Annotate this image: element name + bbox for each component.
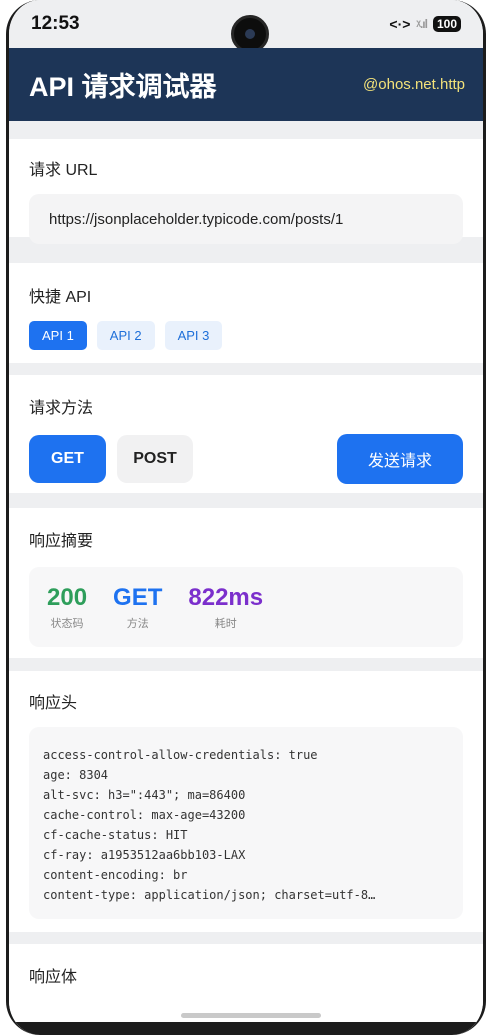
phone-screen: 12:53 <·> ᵡ.ıl 100 API 请求调试器 @ohos.net.h… (6, 0, 486, 1035)
duration-stat: 822ms 耗时 (188, 584, 263, 631)
response-headers-section: 响应头 access-control-allow-credentials: tr… (9, 671, 483, 932)
header-line: cf-cache-status: HIT (43, 828, 188, 842)
module-label: @ohos.net.http (363, 76, 465, 93)
url-input-value: https://jsonplaceholder.typicode.com/pos… (49, 210, 344, 228)
header-line: cf-ray: a1953512aa6bb103-LAX (43, 848, 246, 862)
quick-api-buttons: API 1 API 2 API 3 (29, 321, 463, 350)
get-method-button[interactable]: GET (29, 435, 106, 483)
header-line: content-encoding: br (43, 868, 188, 882)
send-request-button[interactable]: 发送请求 (337, 434, 463, 484)
duration-label: 耗时 (214, 617, 237, 630)
summary-title: 响应摘要 (29, 533, 94, 550)
home-indicator[interactable] (181, 1013, 321, 1018)
status-code-stat: 200 状态码 (47, 584, 87, 631)
method-section: 请求方法 GET POST 发送请求 (9, 375, 483, 493)
header-line: content-type: application/json; charset=… (43, 888, 376, 902)
api-3-button[interactable]: API 3 (164, 321, 223, 350)
header-line: access-control-allow-credentials: true (43, 748, 318, 762)
quick-api-title: 快捷 API (29, 289, 92, 306)
app-header: API 请求调试器 @ohos.net.http (9, 48, 483, 121)
signal-icon: ᵡ.ıl (416, 17, 428, 31)
code-icon: <·> (389, 16, 411, 32)
method-row: GET POST 发送请求 (29, 434, 463, 484)
api-2-button[interactable]: API 2 (96, 321, 155, 350)
url-section-title: 请求 URL (29, 162, 98, 179)
status-code-value: 200 (47, 583, 88, 611)
url-section: 请求 URL https://jsonplaceholder.typicode.… (9, 139, 483, 244)
response-body-title: 响应体 (29, 969, 78, 986)
duration-value: 822ms (188, 583, 264, 611)
status-icons: <·> ᵡ.ıl 100 (389, 16, 461, 32)
header-line: age: 8304 (43, 768, 109, 782)
method-value: GET (113, 583, 163, 611)
method-label: 方法 (126, 617, 149, 630)
status-time: 12:53 (31, 13, 80, 34)
summary-box: 200 状态码 GET 方法 822ms 耗时 (29, 567, 463, 647)
page-title: API 请求调试器 (29, 72, 217, 102)
response-headers-title: 响应头 (29, 695, 78, 712)
response-summary-section: 响应摘要 200 状态码 GET 方法 822ms 耗时 (9, 508, 483, 658)
quick-api-section: 快捷 API API 1 API 2 API 3 (9, 263, 483, 363)
battery-icon: 100 (432, 16, 461, 32)
header-line: cache-control: max-age=43200 (43, 808, 246, 822)
header-line: alt-svc: h3=":443"; ma=86400 (43, 788, 246, 802)
response-headers-box: access-control-allow-credentials: true a… (29, 727, 463, 919)
url-input[interactable]: https://jsonplaceholder.typicode.com/pos… (29, 194, 463, 244)
method-title: 请求方法 (29, 400, 94, 417)
post-method-button[interactable]: POST (117, 435, 193, 483)
status-code-label: 状态码 (50, 617, 84, 630)
method-stat: GET 方法 (113, 584, 162, 631)
api-1-button[interactable]: API 1 (29, 321, 87, 350)
device-bezel (9, 1022, 483, 1035)
